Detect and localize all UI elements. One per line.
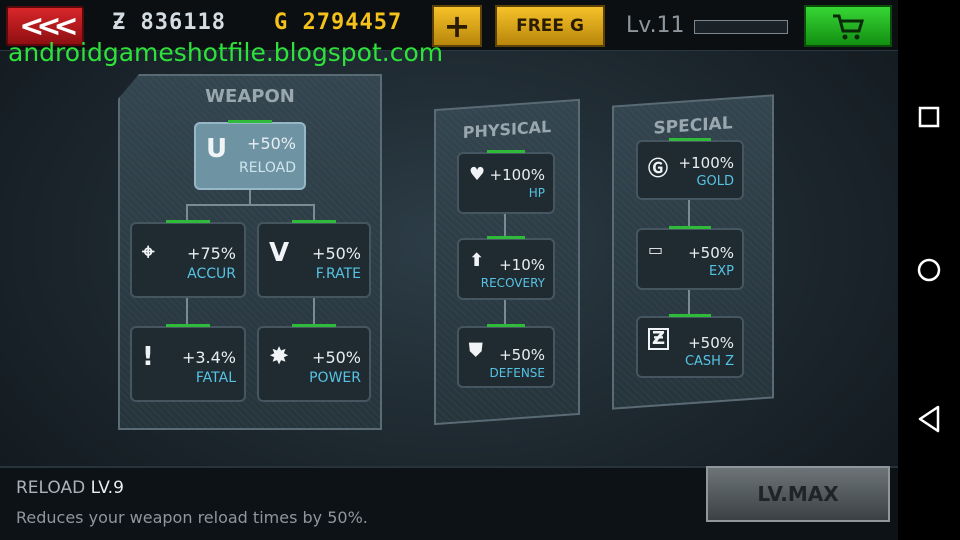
zcash-value: 836118 [140,10,226,35]
skill-level: LV.9 [90,478,124,498]
skill-node-hp[interactable]: ♥ +100% HP [457,150,555,214]
node-label: RECOVERY [480,276,545,290]
node-value: +50% [688,334,734,352]
node-label: CASH Z [684,354,734,369]
skill-node-exp[interactable]: ▭ +50% EXP [636,226,744,290]
gold-coin-icon: Ⓖ [648,156,668,180]
node-label: GOLD [696,174,734,189]
burst-icon: ✸ [269,342,290,370]
node-level-bar [292,220,336,223]
back-icon[interactable] [898,405,960,437]
node-level-bar [487,236,525,239]
node-level-bar [292,324,336,327]
node-label: EXP [709,264,734,279]
weapon-connector [186,204,188,220]
skill-title: RELOAD LV.9 [16,478,124,498]
gold-icon: G [274,10,289,35]
node-value: +3.4% [181,348,236,367]
physical-title: PHYSICAL [462,116,552,143]
node-value: +100% [489,166,545,184]
zcash-counter: Ƶ 836118 [112,10,226,35]
node-level-bar [228,120,272,123]
special-connector [688,290,690,316]
exp-icon: ▭ [648,240,664,259]
skill-node-frate[interactable]: V +50% F.RATE [257,220,371,298]
node-label: DEFENSE [489,366,545,380]
zcash-icon: Ƶ [112,10,127,35]
node-value: +50% [688,244,734,262]
weapon-connector [313,298,315,326]
weapon-connector [249,190,251,204]
weapon-connector [313,204,315,220]
physical-connector [504,214,506,238]
node-level-bar [669,314,711,317]
skill-node-accur[interactable]: ⌖ +75% ACCUR [130,220,246,298]
v-icon: V [269,238,290,268]
node-value: +50% [499,346,545,364]
node-label: HP [528,186,545,200]
shop-cart-button[interactable] [804,5,892,47]
cash-z-icon: Ƶ [648,328,670,350]
heart-icon: ♥ [469,164,486,185]
free-gold-button[interactable]: FREE G [495,5,605,47]
special-title: SPECIAL [653,113,733,139]
node-label: F.RATE [315,266,361,282]
weapon-connector [186,204,314,206]
watermark-text: androidgameshotfile.blogspot.com [8,38,444,67]
node-level-bar [487,150,525,153]
node-value: +10% [499,256,545,274]
node-value: +100% [678,154,734,172]
skill-node-reload[interactable]: Ս +50% RELOAD [194,120,306,190]
node-label: FATAL [195,370,236,386]
recent-apps-icon[interactable] [898,106,960,132]
node-label: POWER [309,370,361,386]
shield-icon: ⛊ [469,340,483,361]
weapon-connector [186,298,188,326]
cart-icon [833,14,865,40]
android-nav-bar [898,0,960,540]
node-label: ACCUR [187,266,236,282]
node-value: +75% [187,244,236,263]
node-level-bar [669,138,711,141]
node-level-bar [669,226,711,229]
skill-node-defense[interactable]: ⛊ +50% DEFENSE [457,324,555,388]
physical-connector [504,300,506,326]
node-level-bar [487,324,525,327]
node-value: +50% [247,134,296,153]
home-icon[interactable] [898,257,960,287]
player-level: Lv.11 [626,13,685,38]
node-value: +50% [312,348,361,367]
special-connector [688,200,690,228]
skill-node-power[interactable]: ✸ +50% POWER [257,324,371,402]
exclamation-icon: ! [142,342,154,372]
weapon-title: WEAPON [205,86,295,107]
skill-node-cash-z[interactable]: Ƶ +50% CASH Z [636,314,744,378]
game-screen: <<< Ƶ 836118 G 2794457 + FREE G Lv.11 an… [0,0,898,540]
skill-name: RELOAD [16,478,86,498]
node-label: RELOAD [238,160,296,176]
skill-node-fatal[interactable]: ! +3.4% FATAL [130,324,246,402]
node-level-bar [165,220,211,223]
node-level-bar [165,324,211,327]
gold-counter: G 2794457 [274,10,402,35]
crosshair-icon: ⌖ [142,240,155,265]
skill-description: Reduces your weapon reload times by 50%. [16,508,368,527]
up-arrow-icon: ⬆ [469,250,485,271]
xp-bar [694,20,788,34]
skill-node-gold[interactable]: Ⓖ +100% GOLD [636,138,744,200]
level-max-button[interactable]: LV.MAX [706,466,890,522]
gold-value: 2794457 [302,10,403,35]
skill-node-recovery[interactable]: ⬆ +10% RECOVERY [457,236,555,300]
node-value: +50% [312,244,361,263]
magnet-icon: Ս [206,134,226,164]
